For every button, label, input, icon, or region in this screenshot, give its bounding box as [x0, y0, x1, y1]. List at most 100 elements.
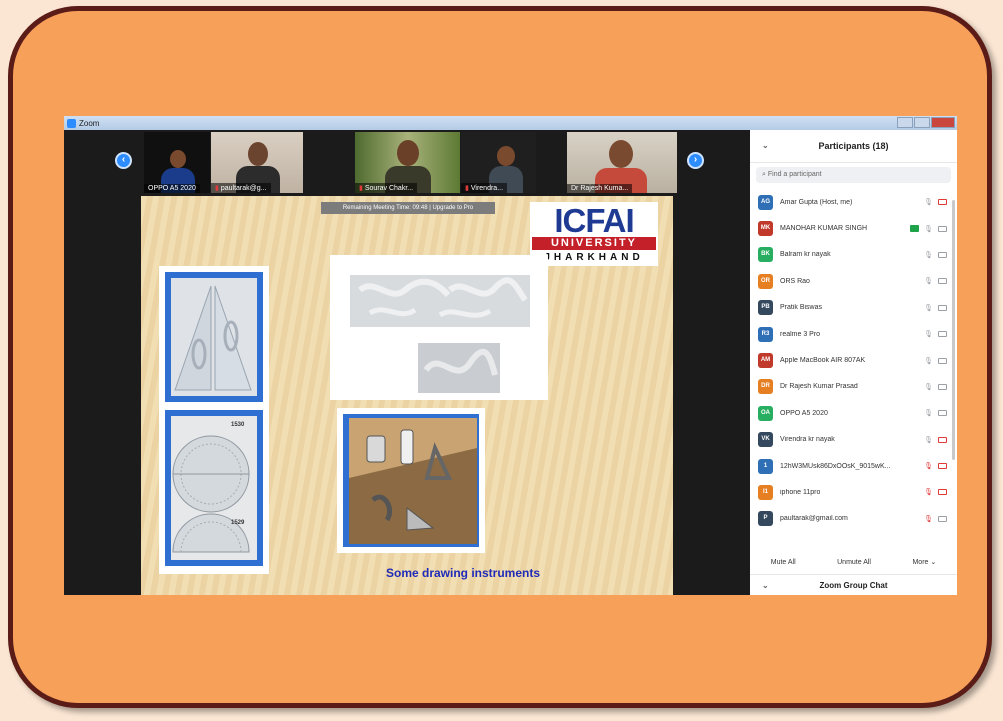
participant-row[interactable]: I1 iphone 11pro 🎙︎ — [750, 479, 957, 505]
video-tile-name: paultarak@g... — [220, 185, 267, 192]
mute-all-button[interactable]: Mute All — [766, 557, 801, 568]
participant-name: ORS Rao — [780, 277, 810, 285]
participant-status-icons: 🎙︎ — [924, 189, 947, 215]
video-icon[interactable] — [938, 225, 947, 232]
participants-header: ⌄ Participants (18) — [750, 130, 957, 163]
mic-icon[interactable]: 🎙︎ — [924, 277, 933, 285]
video-icon[interactable] — [938, 331, 947, 338]
maximize-button[interactable] — [914, 117, 930, 128]
participant-name: Dr Rajesh Kumar Prasad — [780, 383, 858, 391]
chat-panel-header[interactable]: ⌄ Zoom Group Chat — [750, 574, 957, 595]
muted-mic-icon[interactable]: 🎙︎ — [924, 462, 933, 470]
participant-status-icons: 🎙︎ — [924, 427, 947, 453]
participant-row[interactable]: BK Balram kr nayak 🎙︎ — [750, 242, 957, 268]
collapse-chevron-icon[interactable]: ⌄ — [762, 575, 769, 595]
participant-name: Pratik Biswas — [780, 304, 823, 312]
participant-row[interactable]: Ppaultarak@gmail.com 🎙︎ — [750, 506, 957, 532]
french-curves-icon — [350, 275, 530, 393]
participant-status-icons: 🎙︎ — [924, 374, 947, 400]
search-placeholder: Find a participant — [767, 171, 822, 178]
gallery-prev-arrow-icon[interactable]: ‹ — [115, 152, 132, 169]
video-off-icon[interactable] — [938, 436, 947, 443]
participant-row[interactable]: 1 12hW3MUsk86DxOOsK_9015wK... 🎙︎ — [750, 453, 957, 479]
participant-search-input[interactable]: ⌕ Find a participant — [756, 167, 951, 183]
search-icon: ⌕ — [762, 171, 766, 178]
protractor-label: 1529 — [231, 520, 245, 526]
participants-title: Participants (18) — [818, 141, 889, 151]
participant-list-scrollbar[interactable] — [952, 200, 955, 460]
participant-row[interactable]: R3 realme 3 Pro 🎙︎ — [750, 321, 957, 347]
muted-mic-icon: ▮ — [465, 185, 469, 192]
participant-row[interactable]: MK MANOHAR KUMAR SINGH 🎙︎ — [750, 215, 957, 241]
mic-icon[interactable]: 🎙︎ — [924, 383, 933, 391]
video-icon[interactable] — [938, 251, 947, 258]
mic-icon[interactable]: 🎙︎ — [924, 251, 933, 259]
video-icon[interactable] — [938, 410, 947, 417]
participant-row[interactable]: PB Pratik Biswas 🎙︎ — [750, 295, 957, 321]
participant-status-icons: 🎙︎ — [924, 268, 947, 294]
video-tile-name: Virendra... — [470, 185, 504, 192]
avatar: MK — [758, 221, 773, 237]
more-button[interactable]: More ⌄ — [907, 556, 941, 568]
muted-mic-icon[interactable]: 🎙︎ — [924, 488, 933, 496]
close-window-button[interactable] — [931, 117, 955, 128]
participant-name: realme 3 Pro — [780, 330, 821, 338]
participant-status-icons: 🎙︎ — [924, 506, 947, 532]
video-tile[interactable]: ▮ Sourav Chakr... — [355, 132, 460, 193]
slide-caption: Some drawing instruments — [386, 566, 541, 580]
participants-panel: ⌄ Participants (18) ⌕ Find a participant… — [750, 130, 957, 595]
video-tile[interactable]: ▮ paultarak@g... — [211, 132, 303, 193]
minimize-button[interactable] — [897, 117, 913, 128]
mic-icon[interactable]: 🎙︎ — [924, 357, 933, 365]
video-off-icon[interactable] — [938, 199, 947, 206]
mic-icon[interactable]: 🎙︎ — [924, 330, 933, 338]
participant-row[interactable]: VK Virendra kr nayak 🎙︎ — [750, 427, 957, 453]
video-off-icon[interactable] — [938, 489, 947, 496]
video-tile[interactable]: Dr Rajesh Kuma... — [567, 132, 677, 193]
avatar — [397, 140, 419, 166]
collapse-chevron-icon[interactable]: ⌄ — [762, 130, 769, 162]
video-icon[interactable] — [938, 515, 947, 522]
shared-screen-slide: Remaining Meeting Time: 09:48 | Upgrade … — [141, 196, 673, 595]
participant-row[interactable]: DR Dr Rajesh Kumar Prasad 🎙︎ — [750, 374, 957, 400]
unmute-all-button[interactable]: Unmute All — [832, 557, 876, 568]
video-icon[interactable] — [938, 383, 947, 390]
mic-icon[interactable]: 🎙︎ — [924, 409, 933, 417]
participant-name: paultarak@gmail.com — [780, 515, 848, 523]
mic-icon[interactable]: 🎙︎ — [924, 198, 933, 206]
avatar: P — [758, 511, 773, 527]
mic-icon[interactable]: 🎙︎ — [924, 436, 933, 444]
participant-row[interactable]: OA OPPO A5 2020 🎙︎ — [750, 400, 957, 426]
video-icon[interactable] — [938, 357, 947, 364]
video-off-icon[interactable] — [938, 463, 947, 470]
video-tile[interactable]: OPPO A5 2020 — [144, 132, 210, 193]
participant-row[interactable]: AG Amar Gupta (Host, me) 🎙︎ — [750, 189, 957, 215]
window-title: Zoom — [79, 118, 100, 128]
gallery-next-arrow-icon[interactable]: › — [687, 152, 704, 169]
participant-name: OPPO A5 2020 — [780, 409, 828, 417]
avatar — [609, 140, 633, 168]
muted-mic-icon: ▮ — [215, 185, 219, 192]
video-icon[interactable] — [938, 278, 947, 285]
video-tile[interactable]: ▮ Virendra... — [461, 132, 536, 193]
mic-icon[interactable]: 🎙︎ — [924, 225, 933, 233]
participant-name: Virendra kr nayak — [780, 436, 835, 444]
participant-row[interactable]: OR ORS Rao 🎙︎ — [750, 268, 957, 294]
participant-actions: Mute All Unmute All More ⌄ — [750, 553, 957, 571]
video-tile-name: OPPO A5 2020 — [144, 184, 200, 193]
participant-name: MANOHAR KUMAR SINGH — [780, 225, 868, 233]
muted-mic-icon: ▮ — [359, 185, 363, 192]
participant-row[interactable]: AM Apple MacBook AIR 807AK 🎙︎ — [750, 347, 957, 373]
video-icon[interactable] — [938, 304, 947, 311]
video-tile-name: Dr Rajesh Kuma... — [567, 184, 633, 193]
protractor-label: 1530 — [231, 422, 245, 428]
muted-mic-icon[interactable]: 🎙︎ — [924, 515, 933, 523]
meeting-timer-banner[interactable]: Remaining Meeting Time: 09:48 | Upgrade … — [321, 202, 495, 214]
video-tile-name: Sourav Chakr... — [364, 185, 414, 192]
avatar: R3 — [758, 326, 773, 342]
avatar — [497, 146, 515, 166]
avatar: AM — [758, 353, 773, 369]
mic-icon[interactable]: 🎙︎ — [924, 304, 933, 312]
participant-status-icons: 🎙︎ — [924, 321, 947, 347]
drawing-clips-icon — [343, 414, 479, 547]
